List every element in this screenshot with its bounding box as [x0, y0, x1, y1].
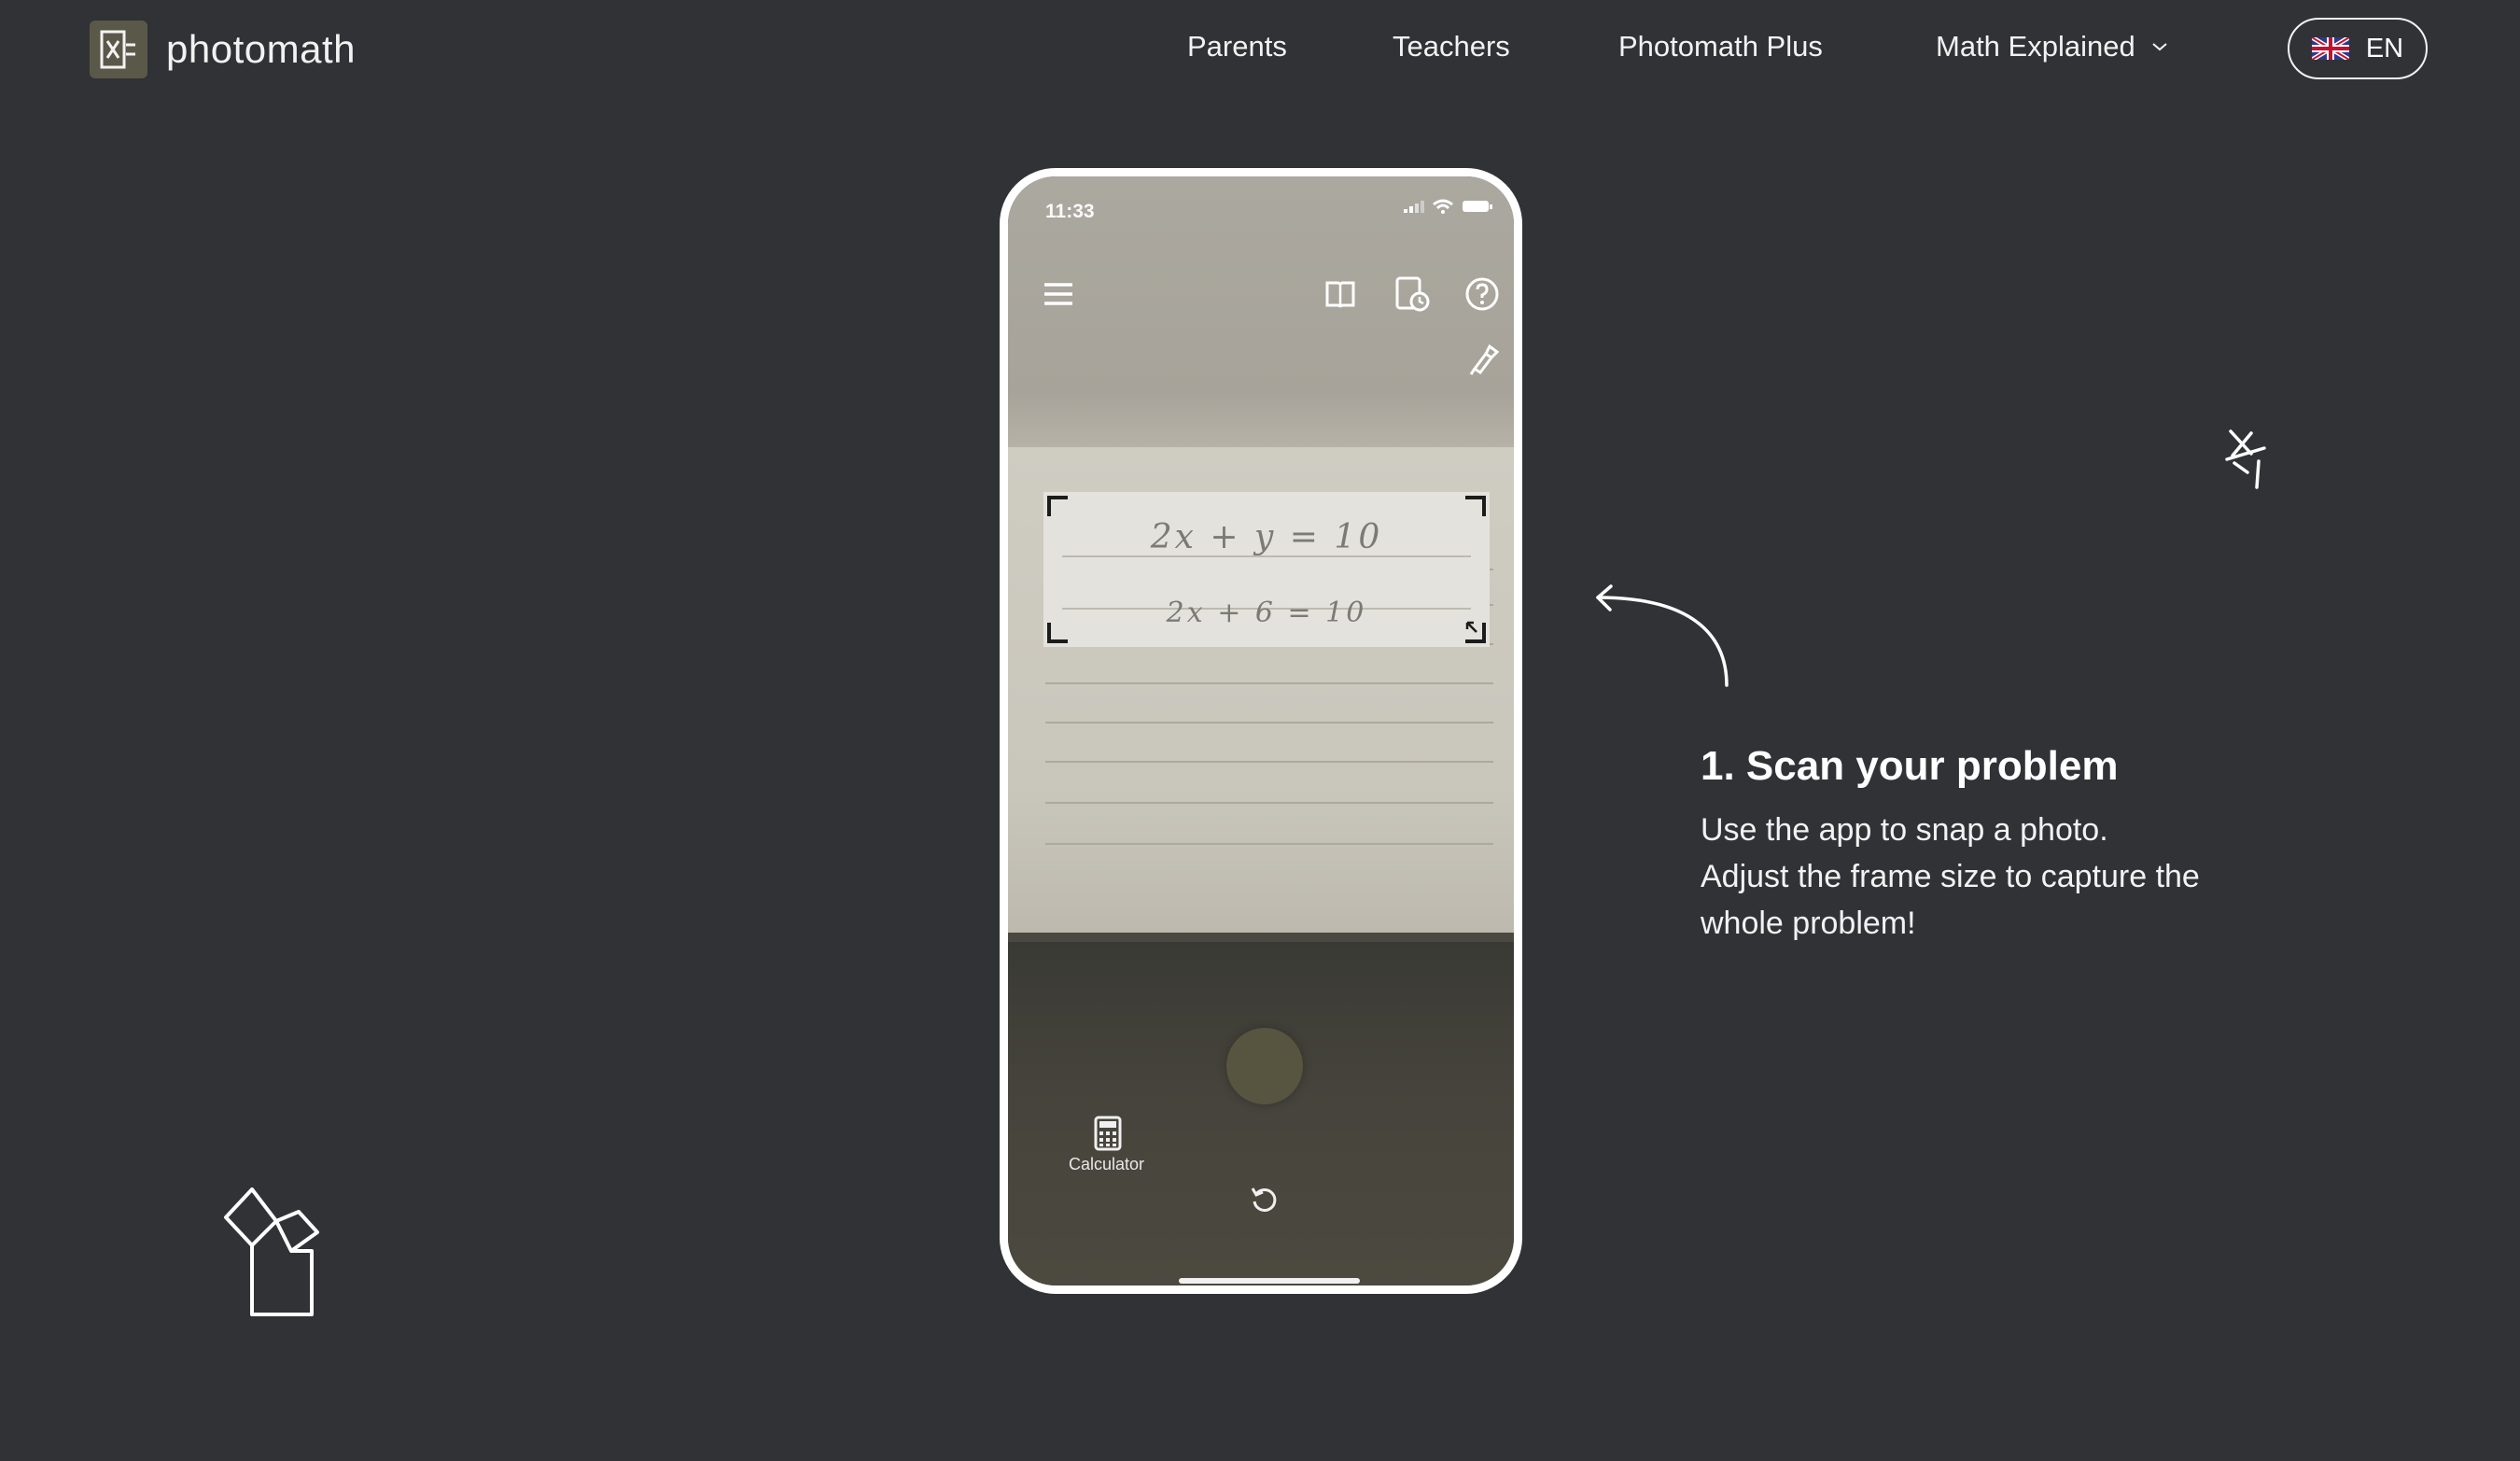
- language-selector[interactable]: EN: [2288, 18, 2428, 79]
- step-description-line-1: Use the app to snap a photo.: [1701, 812, 2108, 848]
- frame-corner[interactable]: [1047, 496, 1068, 516]
- nav-item-math-explained-label: Math Explained: [1936, 30, 2135, 63]
- x-y-doodle: [2225, 429, 2266, 489]
- battery-icon: [1463, 201, 1492, 212]
- status-time: 11:33: [1045, 201, 1095, 222]
- rotate-icon[interactable]: [1249, 1183, 1281, 1215]
- calculator-icon[interactable]: [1094, 1116, 1122, 1151]
- step-description-line-2: Adjust the frame size to capture the: [1701, 859, 2200, 894]
- step-title: 1. Scan your problem: [1701, 743, 2119, 789]
- paper-line: [1045, 843, 1493, 845]
- nav-item-photomath-plus[interactable]: Photomath Plus: [1618, 30, 1823, 63]
- logo-text: photomath: [166, 27, 356, 71]
- chevron-down-icon: [2152, 43, 2167, 51]
- equation-line-2: 2x + 6 = 10: [1166, 597, 1367, 629]
- equation-line-1: 2x + y = 10: [1150, 518, 1383, 556]
- paper-line: [1045, 722, 1493, 723]
- signal-icon: [1404, 201, 1424, 213]
- status-icons: [1404, 199, 1493, 214]
- history-icon[interactable]: [1393, 274, 1432, 315]
- menu-icon[interactable]: [1042, 279, 1075, 309]
- curved-arrow: [1596, 584, 1729, 687]
- language-label: EN: [2365, 33, 2404, 63]
- camera-view-bottom: [1008, 942, 1514, 1285]
- logo[interactable]: photomath: [90, 21, 356, 78]
- paper-line: [1045, 802, 1493, 804]
- home-indicator: [1179, 1278, 1360, 1284]
- nav-item-parents[interactable]: Parents: [1187, 30, 1287, 63]
- pythagoras-squares-doodle: [224, 1187, 319, 1316]
- scan-frame[interactable]: 2x + y = 10 2x + 6 = 10: [1043, 492, 1490, 647]
- calculator-label[interactable]: Calculator: [1069, 1155, 1144, 1174]
- help-icon[interactable]: [1463, 275, 1501, 313]
- nav-item-math-explained[interactable]: Math Explained: [1936, 30, 2169, 63]
- flashlight-icon[interactable]: [1465, 341, 1499, 378]
- wifi-icon: [1433, 199, 1453, 214]
- book-icon[interactable]: [1322, 275, 1359, 313]
- phone-mockup: 11:33 2x + y = 10 2x + 6 = 10 Calculator: [1000, 168, 1522, 1294]
- uk-flag-icon: [2311, 37, 2349, 60]
- shutter-button[interactable]: [1226, 1028, 1303, 1104]
- paper-line: [1045, 761, 1493, 763]
- step-description-line-3: whole problem!: [1701, 906, 1916, 941]
- frame-corner[interactable]: [1465, 496, 1486, 516]
- x-equals-logo-icon: [90, 21, 147, 78]
- paper-line: [1045, 682, 1493, 684]
- nav-item-teachers[interactable]: Teachers: [1393, 30, 1510, 63]
